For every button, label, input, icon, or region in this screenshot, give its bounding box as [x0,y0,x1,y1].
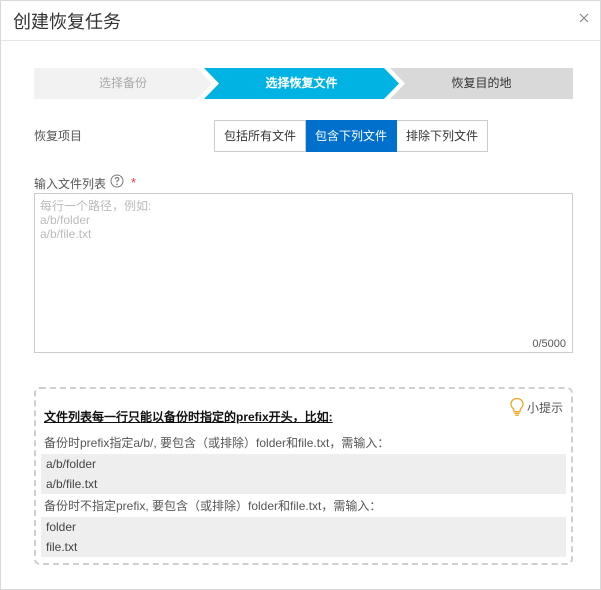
restore-scope-label: 恢复项目 [34,129,83,143]
char-counter: 0/5000 [532,338,566,350]
tip-heading: 文件列表每一行只能以备份时指定的prefix开头，比如: [44,410,333,424]
tip-code-block-no-prefix: folder file.txt [41,517,566,557]
required-mark: * [131,175,137,190]
tip-example-prefix: 备份时prefix指定a/b/, 要包含（或排除）folder和file.txt… [44,436,390,450]
tip-badge: 小提示 [509,397,563,417]
lightbulb-icon [510,397,524,416]
close-icon[interactable] [576,10,592,26]
code-line: folder [46,520,77,534]
step-select-restore-files: 选择恢复文件 [204,68,399,99]
file-list-label: 输入文件列表 [34,177,107,191]
stepper: 选择备份 恢复目的地 选择恢复文件 [34,68,573,99]
code-line: a/b/folder [46,457,97,471]
create-restore-task-dialog: 创建恢复任务 选择备份 恢复目的地 选择恢复文件 恢复项目 包括所有文件 包含下… [0,0,601,590]
help-question-icon[interactable] [110,174,124,188]
code-line: file.txt [46,540,78,554]
step-restore-destination: 恢复目的地 [390,68,573,99]
dialog-title: 创建恢复任务 [13,12,121,32]
step-select-backup: 选择备份 [34,68,212,99]
restore-scope-segmented: 包括所有文件 包含下列文件 排除下列文件 [214,120,489,152]
tip-example-no-prefix: 备份时不指定prefix, 要包含（或排除）folder和file.txt，需输… [44,499,382,513]
scope-option-all[interactable]: 包括所有文件 [214,120,307,152]
scope-option-include[interactable]: 包含下列文件 [306,120,398,152]
file-list-textarea-wrap: 0/5000 [34,193,573,353]
tip-code-block-prefix: a/b/folder a/b/file.txt [41,454,566,494]
file-list-textarea[interactable] [35,194,572,352]
tip-box: 小提示 文件列表每一行只能以备份时指定的prefix开头，比如: 备份时pref… [34,387,573,565]
code-line: a/b/file.txt [46,477,98,491]
dialog-header: 创建恢复任务 [1,1,600,41]
scope-option-exclude[interactable]: 排除下列文件 [397,120,489,152]
